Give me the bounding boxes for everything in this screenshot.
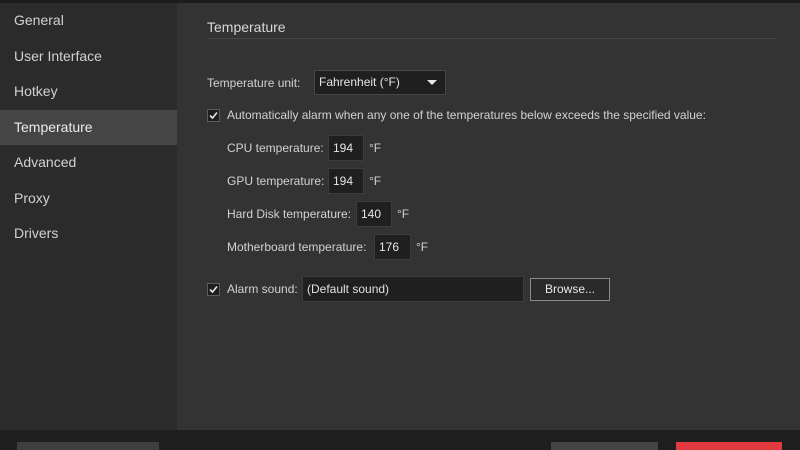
settings-panel: Temperature Temperature unit: Fahrenheit…	[177, 3, 800, 430]
sidebar-item-drivers[interactable]: Drivers	[0, 216, 177, 252]
section-divider	[207, 38, 775, 39]
hard-disk-temperature-label: Hard Disk temperature:	[227, 207, 352, 221]
motherboard-temperature-label: Motherboard temperature:	[227, 240, 367, 254]
alarm-sound-checkbox[interactable]	[207, 283, 220, 296]
gpu-temperature-label: GPU temperature:	[227, 174, 325, 188]
alarm-sound-input[interactable]: (Default sound)	[302, 276, 524, 302]
sidebar-item-general[interactable]: General	[0, 3, 177, 39]
gpu-temperature-input[interactable]: 194	[328, 168, 364, 194]
cpu-temperature-input[interactable]: 194	[328, 135, 364, 161]
gpu-temperature-unit: °F	[369, 174, 382, 188]
sidebar-item-user-interface[interactable]: User Interface	[0, 39, 177, 75]
footer-primary-button[interactable]	[676, 442, 782, 450]
sidebar-item-temperature[interactable]: Temperature	[0, 109, 177, 145]
check-icon	[209, 285, 218, 294]
section-title: Temperature	[207, 19, 286, 35]
hard-disk-temperature-input[interactable]: 140	[356, 201, 392, 227]
caret-down-icon	[427, 80, 437, 85]
auto-alarm-checkbox[interactable]	[207, 109, 220, 122]
sidebar: General User Interface Hotkey Temperatur…	[0, 3, 177, 430]
footer-bar	[0, 430, 800, 450]
sidebar-item-proxy[interactable]: Proxy	[0, 181, 177, 217]
footer-secondary-button[interactable]	[551, 442, 658, 450]
temperature-unit-select[interactable]: Fahrenheit (°F)	[314, 70, 446, 95]
temperature-unit-value: Fahrenheit (°F)	[319, 75, 400, 89]
alarm-sound-label: Alarm sound:	[227, 282, 298, 296]
sidebar-item-hotkey[interactable]: Hotkey	[0, 74, 177, 110]
sidebar-item-advanced[interactable]: Advanced	[0, 145, 177, 181]
hard-disk-temperature-unit: °F	[397, 207, 410, 221]
auto-alarm-label: Automatically alarm when any one of the …	[227, 108, 706, 122]
check-icon	[209, 111, 218, 120]
cpu-temperature-label: CPU temperature:	[227, 141, 324, 155]
browse-button[interactable]: Browse...	[530, 278, 610, 301]
temperature-unit-label: Temperature unit:	[207, 76, 301, 90]
settings-window: General User Interface Hotkey Temperatur…	[0, 0, 800, 450]
footer-left-button[interactable]	[17, 442, 159, 450]
cpu-temperature-unit: °F	[369, 141, 382, 155]
motherboard-temperature-input[interactable]: 176	[374, 234, 411, 260]
motherboard-temperature-unit: °F	[416, 240, 429, 254]
